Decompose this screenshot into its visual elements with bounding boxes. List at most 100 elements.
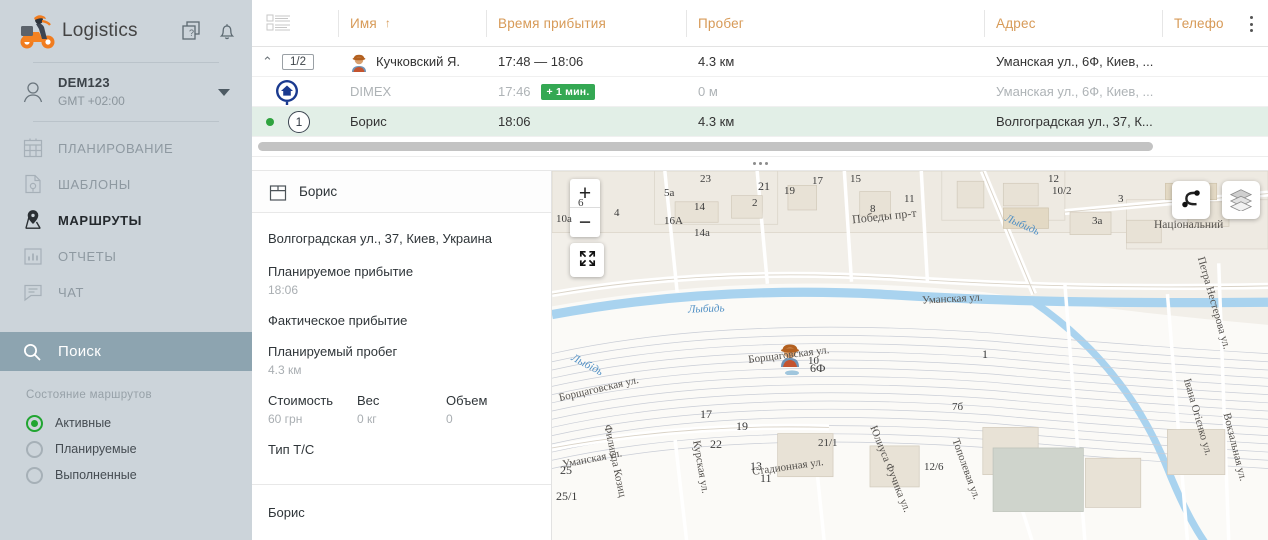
map-layers-icon [1229,187,1253,214]
app-window: Logistics ? [0,0,1268,540]
cell-name: Борис [338,107,486,137]
field-label: Вес [357,393,446,408]
sidebar-item-templates[interactable]: ШАБЛОНЫ [0,166,252,202]
radio-indicator[interactable] [26,415,43,432]
brand-title: Logistics [62,20,138,42]
radio-indicator[interactable] [26,467,43,484]
fullscreen-button[interactable] [570,243,604,277]
column-header-arrival[interactable]: Время прибытия [486,0,686,47]
cell-name-text: Кучковский Я. [376,54,460,69]
sidebar-item-chat[interactable]: ЧАТ [0,274,252,310]
radio-active[interactable]: Активные [26,410,252,436]
account-text: DEM123 GMT +02:00 [58,75,125,108]
field-value: 18:06 [268,283,535,297]
status-dot-icon [266,118,274,126]
svg-text:?: ? [189,28,194,38]
sidebar-item-label: ШАБЛОНЫ [58,177,131,192]
sidebar-item-label: ОТЧЕТЫ [58,249,116,264]
map-pin-icon [22,209,44,231]
radio-label: Планируемые [55,442,137,456]
template-pin-icon [22,173,44,195]
cell-name: Кучковский Я. [338,47,486,77]
expand-arrows-icon [577,248,598,272]
detail-panel: Борис Волгоградская ул., 37, Киев, Украи… [252,171,552,540]
detail-body: Волгоградская ул., 37, Киев, Украина Пла… [252,213,551,473]
field-label: Тип Т/С [268,442,535,457]
drag-handle-dots[interactable] [753,162,768,165]
sort-asc-icon[interactable]: ↑ [385,16,391,30]
column-header-address[interactable]: Адрес [984,0,1162,47]
page-indicator[interactable]: 1/2 [282,54,314,70]
table-header-row: Имя ↑ Время прибытия Пробег Адрес Телефо [252,0,1268,47]
field-label: Стоимость [268,393,357,408]
map-view[interactable]: + − [552,171,1268,540]
column-header-phone[interactable]: Телефо [1162,0,1232,47]
cell-address: Волгоградская ул., 37, К... [984,107,1162,137]
bottom-area: Борис Волгоградская ул., 37, Киев, Украи… [252,171,1268,540]
sidebar-item-planning[interactable]: ПЛАНИРОВАНИЕ [0,130,252,166]
row-marker-cell [252,79,338,105]
detail-field-planned-mileage: Планируемый пробег 4.3 км [268,344,535,377]
caret-down-icon[interactable] [218,89,230,96]
sidebar-item-routes[interactable]: МАРШРУТЫ [0,202,252,238]
table-row[interactable]: ⌃ 1/2 Кучковский Я. 17 [252,47,1268,77]
detail-field-volume: Объем 0 [446,393,535,426]
cell-name: DIMEX [338,77,486,107]
radio-planned[interactable]: Планируемые [26,436,252,462]
field-label: Планируемое прибытие [268,264,535,279]
radio-completed[interactable]: Выполненные [26,462,252,488]
column-header-name[interactable]: Имя ↑ [338,0,486,47]
cell-arrival: 17:46 + 1 мин. [486,77,686,107]
help-window-icon[interactable]: ? [180,20,202,42]
calendar-icon [22,137,44,159]
map-zoom-controls[interactable]: + − [570,179,600,237]
field-value: 0 кг [357,412,446,426]
scrollbar-thumb[interactable] [258,142,1153,151]
cell-arrival-text: 17:46 [498,84,531,99]
table-row[interactable]: DIMEX 17:46 + 1 мин. 0 м Уманская ул., 6… [252,77,1268,107]
horizontal-scrollbar[interactable] [252,137,1268,157]
brand-icon-group: ? [180,20,238,42]
courier-avatar-marker[interactable] [777,341,803,375]
cell-address: Уманская ул., 6Ф, Киев, ... [984,77,1162,107]
cell-mileage: 0 м [686,77,984,107]
route-state-filter: Состояние маршрутов Активные Планируемые… [0,371,252,488]
field-value: 0 [446,412,535,426]
more-vertical-icon[interactable] [1242,14,1260,34]
radio-label: Выполненные [55,468,137,482]
route-state-title: Состояние маршрутов [26,389,252,401]
cell-mileage: 4.3 км [686,47,984,77]
cell-address: Уманская ул., 6Ф, Киев, ... [984,47,1162,77]
brand-header: Logistics ? [0,0,252,62]
sidebar-item-reports[interactable]: ОТЧЕТЫ [0,238,252,274]
sidebar-nav: ПЛАНИРОВАНИЕ ШАБЛОНЫ [0,122,252,310]
chevron-up-icon[interactable]: ⌃ [262,55,276,68]
field-label: Планируемый пробег [268,344,535,359]
home-pin-icon[interactable] [274,79,300,105]
route-toggle-button[interactable] [1172,181,1210,219]
table-row[interactable]: 1 Борис 18:06 4.3 км Волгоградская ул., … [252,107,1268,137]
stop-number-pin[interactable]: 1 [288,111,310,133]
cell-mileage: 4.3 км [686,107,984,137]
map-water-label: Лыбидь [688,302,725,315]
detail-title: Борис [299,184,337,199]
field-value: 4.3 км [268,363,535,377]
main-content: Имя ↑ Время прибытия Пробег Адрес Телефо [252,0,1268,540]
detail-field-vehicle-type: Тип Т/С [268,442,535,457]
bell-icon[interactable] [216,20,238,42]
zoom-in-button[interactable]: + [570,179,600,208]
zoom-out-button[interactable]: − [570,208,600,237]
account-selector[interactable]: DEM123 GMT +02:00 [0,63,252,121]
panel-splitter[interactable] [252,157,1268,171]
sidebar-item-label: ЧАТ [58,285,84,300]
account-name: DEM123 [58,75,125,91]
search-input[interactable]: Поиск [0,332,252,371]
radio-indicator[interactable] [26,441,43,458]
cell-arrival: 18:06 [486,107,686,137]
search-icon [22,342,42,362]
account-timezone: GMT +02:00 [58,94,125,109]
list-checkbox-icon[interactable] [266,11,292,35]
layers-button[interactable] [1222,181,1260,219]
detail-field-cost: Стоимость 60 грн [268,393,357,426]
column-header-mileage[interactable]: Пробег [686,0,984,47]
